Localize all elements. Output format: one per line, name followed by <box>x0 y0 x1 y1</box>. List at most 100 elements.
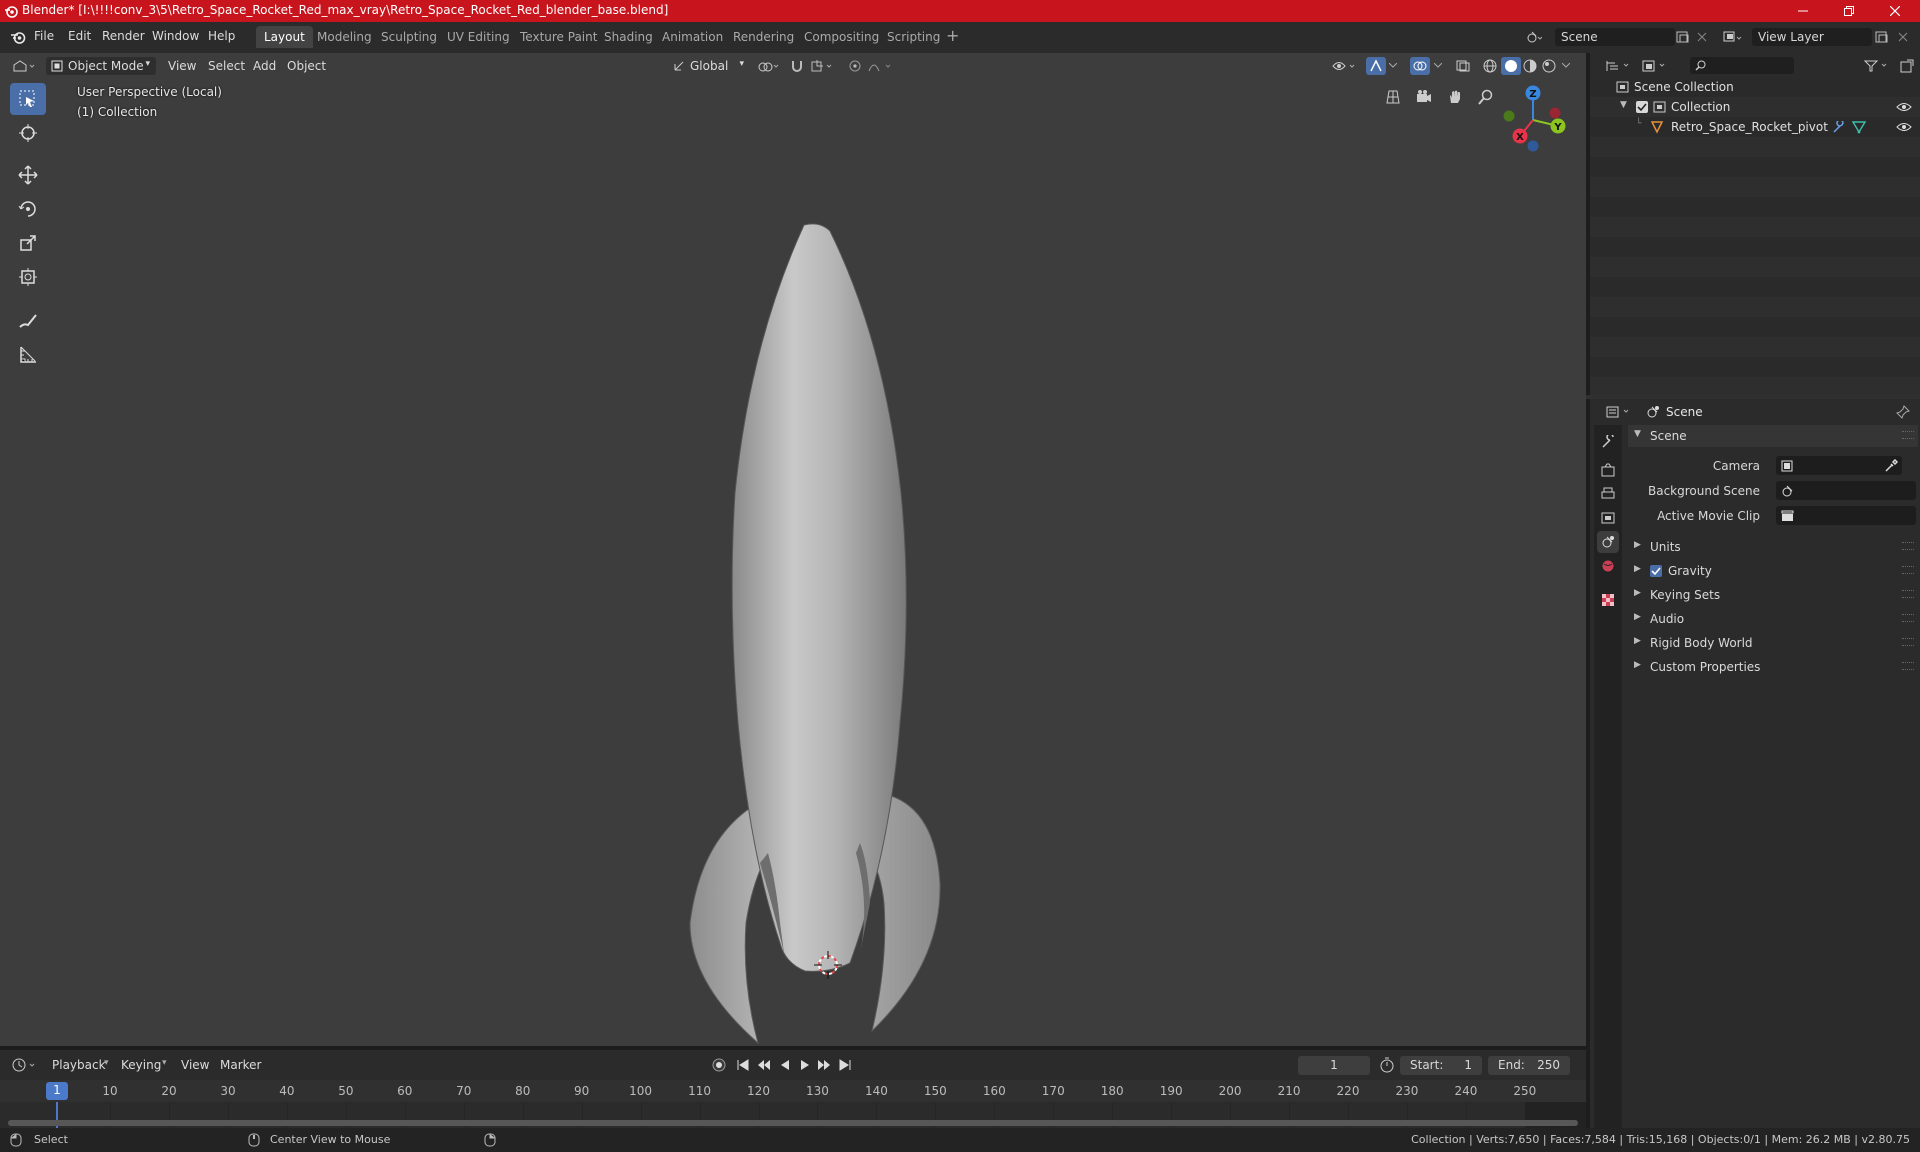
tab-texture[interactable] <box>1597 589 1619 611</box>
units-panel-header[interactable]: ▶ Units <box>1628 536 1918 558</box>
scene-name-field[interactable]: Scene <box>1555 28 1675 46</box>
cursor-tool[interactable] <box>10 117 46 149</box>
tab-output[interactable] <box>1597 483 1619 505</box>
menu-view[interactable]: View <box>162 57 202 75</box>
drag-grip-icon[interactable] <box>1902 662 1914 670</box>
chevron-down-icon[interactable] <box>1434 63 1442 69</box>
next-keyframe-icon[interactable] <box>816 1058 832 1072</box>
outliner-search-input[interactable] <box>1690 57 1794 74</box>
outliner-row-rocket-pivot[interactable]: └ Retro_Space_Rocket_pivot <box>1590 117 1920 137</box>
chevron-down-icon[interactable] <box>1389 63 1397 69</box>
keying-sets-panel-header[interactable]: ▶ Keying Sets <box>1628 584 1918 606</box>
stopwatch-icon[interactable] <box>1379 1057 1395 1073</box>
solid-shading-button[interactable] <box>1501 57 1521 75</box>
overlays-toggle-button[interactable] <box>1410 57 1430 75</box>
blender-menu-icon[interactable] <box>10 30 26 44</box>
transform-orientation-dropdown[interactable]: Global ▾ <box>668 57 748 75</box>
tab-uv-editing[interactable]: UV Editing <box>439 26 518 48</box>
current-frame-field[interactable]: 1 <box>1298 1056 1370 1075</box>
chevron-down-icon[interactable]: ▾ <box>104 1058 109 1068</box>
close-window-button[interactable] <box>1872 0 1918 22</box>
collection-exclude-checkbox[interactable] <box>1636 101 1648 113</box>
menu-add[interactable]: Add <box>247 57 282 75</box>
drag-grip-icon[interactable] <box>1902 542 1914 550</box>
playhead-frame-indicator[interactable]: 1 <box>46 1082 68 1100</box>
navigation-gizmo[interactable]: Z Y X <box>1496 83 1570 157</box>
tab-shading[interactable]: Shading <box>596 26 661 48</box>
menu-keying[interactable]: Keying <box>115 1056 167 1074</box>
new-view-layer-icon[interactable] <box>1875 31 1889 43</box>
view-layer-field[interactable]: View Layer <box>1752 28 1872 46</box>
end-frame-field[interactable]: End: 250 <box>1488 1056 1570 1075</box>
tab-layout[interactable]: Layout <box>256 26 313 48</box>
selectability-visibility-icon[interactable] <box>1332 59 1360 73</box>
menu-playback[interactable]: Playback <box>46 1056 112 1074</box>
new-collection-icon[interactable] <box>1900 59 1914 73</box>
timeline-ruler[interactable]: 10 20 30 40 50 60 70 80 90 100 110 120 130 140 150 160 1… <box>0 1080 1586 1102</box>
restore-button[interactable] <box>1826 0 1872 22</box>
menu-marker[interactable]: Marker <box>214 1056 267 1074</box>
custom-properties-panel-header[interactable]: ▶ Custom Properties <box>1628 656 1918 678</box>
background-scene-field[interactable] <box>1776 481 1916 500</box>
measure-tool[interactable] <box>10 339 46 371</box>
delete-scene-icon[interactable] <box>1697 32 1707 42</box>
drag-grip-icon[interactable] <box>1902 566 1914 574</box>
rotate-tool[interactable] <box>10 193 46 225</box>
snap-magnet-icon[interactable] <box>790 59 804 73</box>
rendered-shading-icon[interactable] <box>1542 59 1556 73</box>
tab-animation[interactable]: Animation <box>654 26 731 48</box>
select-box-tool[interactable] <box>10 83 46 115</box>
properties-editor-type-icon[interactable] <box>1606 406 1632 418</box>
pin-icon[interactable] <box>1896 405 1910 419</box>
minimize-button[interactable] <box>1780 0 1826 22</box>
record-keyframe-icon[interactable] <box>712 1058 726 1072</box>
material-preview-icon[interactable] <box>1523 59 1537 73</box>
3d-viewport[interactable]: Object Mode ▾ View Select Add Object Glo… <box>0 53 1586 1046</box>
move-tool[interactable] <box>10 159 46 191</box>
menu-window[interactable]: Window <box>152 29 199 43</box>
menu-edit[interactable]: Edit <box>68 29 91 43</box>
tab-scene[interactable] <box>1597 531 1619 553</box>
xray-toggle-icon[interactable] <box>1456 60 1470 72</box>
outliner-editor-type-icon[interactable] <box>1606 60 1632 72</box>
menu-render[interactable]: Render <box>102 29 145 43</box>
jump-to-start-icon[interactable] <box>736 1058 750 1072</box>
editor-type-icon[interactable] <box>12 59 38 73</box>
modifier-wrench-icon[interactable] <box>1832 121 1846 133</box>
outliner-row-collection[interactable]: ▼ Collection <box>1590 97 1920 117</box>
audio-panel-header[interactable]: ▶ Audio <box>1628 608 1918 630</box>
drag-grip-icon[interactable] <box>1902 431 1914 439</box>
delete-view-layer-icon[interactable] <box>1898 32 1908 42</box>
display-mode-icon[interactable] <box>1642 60 1668 72</box>
gravity-panel-header[interactable]: ▶ Gravity <box>1628 560 1918 582</box>
active-movie-clip-field[interactable] <box>1776 506 1916 525</box>
filter-icon[interactable] <box>1864 60 1890 72</box>
add-workspace-icon[interactable]: + <box>946 26 959 45</box>
play-icon[interactable] <box>798 1058 812 1072</box>
scene-panel-header[interactable]: ▼ Scene <box>1628 425 1918 447</box>
chevron-down-icon[interactable]: ▾ <box>162 1058 167 1068</box>
tab-sculpting[interactable]: Sculpting <box>373 26 445 48</box>
timeline-scrollbar[interactable] <box>8 1120 1578 1126</box>
proportional-editing-icon[interactable] <box>848 59 862 73</box>
chevron-down-icon[interactable] <box>1562 63 1570 69</box>
start-frame-field[interactable]: Start: 1 <box>1400 1056 1482 1075</box>
drag-grip-icon[interactable] <box>1902 590 1914 598</box>
menu-object[interactable]: Object <box>281 57 332 75</box>
play-reverse-icon[interactable] <box>778 1058 792 1072</box>
mesh-data-icon[interactable] <box>1852 120 1866 134</box>
view-layer-browse-icon[interactable] <box>1723 30 1743 44</box>
tab-scripting[interactable]: Scripting <box>879 26 948 48</box>
new-scene-icon[interactable] <box>1676 31 1690 43</box>
camera-view-button[interactable] <box>1411 84 1437 110</box>
tab-modeling[interactable]: Modeling <box>309 26 380 48</box>
jump-to-end-icon[interactable] <box>838 1058 852 1072</box>
eye-visibility-icon[interactable] <box>1896 102 1912 112</box>
pan-view-button[interactable] <box>1442 84 1468 110</box>
annotate-tool[interactable] <box>10 305 46 337</box>
scale-tool[interactable] <box>10 227 46 259</box>
menu-timeline-view[interactable]: View <box>175 1056 215 1074</box>
object-mode-dropdown[interactable]: Object Mode ▾ <box>46 57 156 75</box>
eyedropper-icon[interactable] <box>1884 459 1898 473</box>
tab-rendering[interactable]: Rendering <box>725 26 802 48</box>
